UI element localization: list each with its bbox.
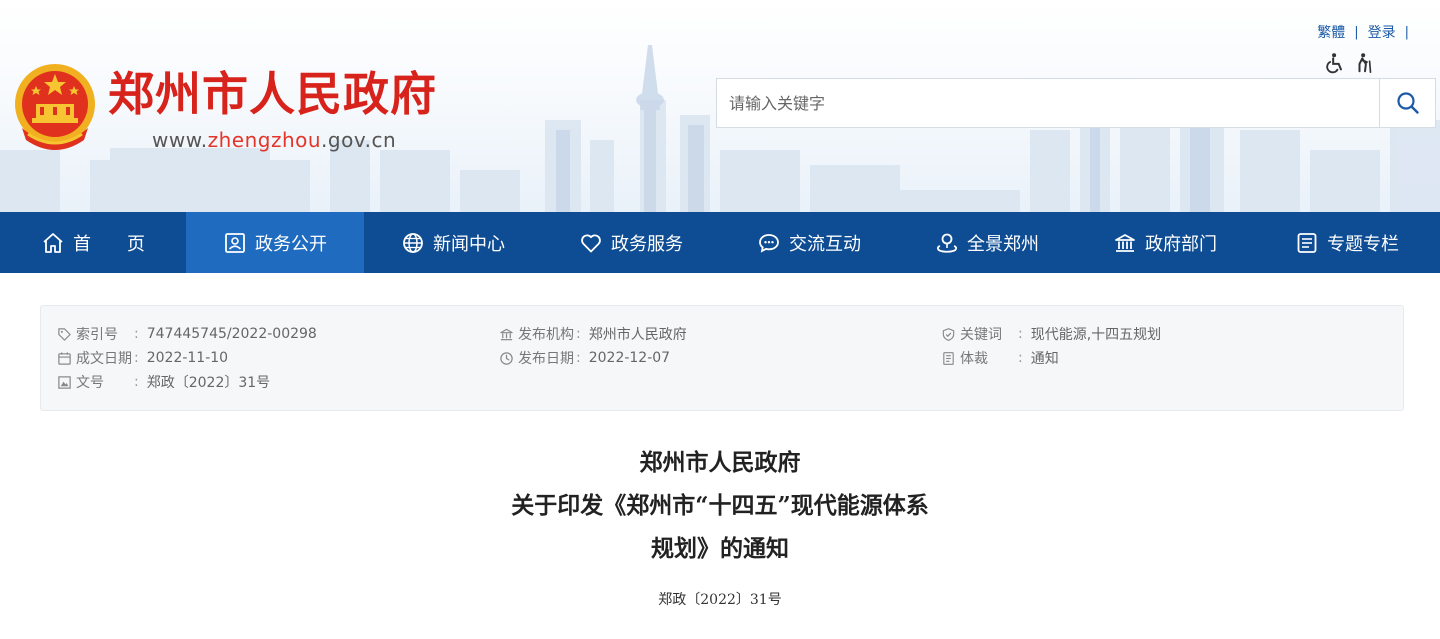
home-icon: [43, 232, 63, 253]
nav-item-government-departments[interactable]: 政府部门: [1076, 212, 1254, 273]
search-input[interactable]: [717, 79, 1379, 127]
url-accent: zhengzhou: [207, 128, 322, 152]
document-title-line: 规划》的通知: [651, 535, 789, 562]
nav-label: 新闻中心: [433, 233, 505, 255]
meta-document-number: 文号: 郑政〔2022〕31号: [57, 370, 317, 394]
nav-label: 政务公开: [255, 233, 327, 255]
wheelchair-accessibility-icon[interactable]: [1324, 52, 1346, 74]
nav-item-government-affairs-open[interactable]: 政务公开: [186, 212, 364, 273]
panorama-icon: [936, 233, 958, 253]
metadata-column-right: 关键词: 现代能源,十四五规划 体裁: 通知: [941, 322, 1161, 370]
meta-issuer: 发布机构: 郑州市人民政府: [499, 322, 687, 346]
meta-colon: :: [134, 350, 139, 366]
login-link[interactable]: 登录: [1368, 22, 1396, 42]
nav-item-special-topics[interactable]: 专题专栏: [1254, 212, 1440, 273]
meta-colon: :: [1018, 350, 1023, 366]
link-separator: |: [1404, 24, 1409, 40]
link-separator: |: [1354, 24, 1359, 40]
meta-genre: 体裁: 通知: [941, 346, 1161, 370]
site-title: 郑州市人民政府: [108, 67, 437, 121]
meta-colon: :: [134, 326, 139, 342]
tag-icon: [58, 327, 71, 341]
building-icon: [1115, 233, 1135, 252]
meta-colon: :: [576, 350, 581, 366]
shield-check-icon: [942, 327, 955, 341]
meta-colon: :: [134, 374, 139, 390]
search-bar: [716, 78, 1436, 128]
document-list-icon: [943, 351, 954, 365]
meta-value: 747445745/2022-00298: [146, 326, 317, 342]
image-document-icon: [58, 375, 71, 389]
nav-label: 专题专栏: [1327, 233, 1399, 255]
nav-label: 全景郑州: [967, 233, 1039, 255]
meta-label: 体裁: [960, 351, 988, 367]
site-header: 郑州市人民政府 www.zhengzhou.gov.cn 繁體 | 登录 |: [0, 0, 1440, 212]
metadata-column-left: 索引号:747445745/2022-00298 成文日期:2022-11-10…: [57, 322, 317, 394]
nav-item-panorama-zhengzhou[interactable]: 全景郑州: [898, 212, 1076, 273]
nav-item-interaction[interactable]: 交流互动: [720, 212, 898, 273]
nav-item-home[interactable]: 首 页: [0, 212, 186, 273]
meta-created-date: 成文日期:2022-11-10: [57, 346, 317, 370]
nav-label: 首 页: [73, 233, 145, 255]
document-title-line: 关于印发《郑州市“十四五”现代能源体系: [511, 492, 929, 519]
meta-value: 2022-12-07: [588, 350, 671, 366]
document-metadata-panel: 索引号:747445745/2022-00298 成文日期:2022-11-10…: [40, 305, 1404, 411]
elderly-mode-icon[interactable]: [1354, 52, 1376, 74]
main-navigation: 首 页 政务公开 新闻中心 政务服务 交流互动 全景郑州 政府部门 专题专栏: [0, 212, 1440, 273]
meta-colon: :: [576, 326, 581, 342]
traditional-chinese-link[interactable]: 繁體: [1317, 22, 1345, 42]
meta-label: 索引号: [76, 327, 118, 343]
meta-value: 现代能源,十四五规划: [1030, 327, 1162, 343]
national-emblem-logo: [15, 64, 95, 150]
top-links: 繁體 | 登录 |: [1317, 22, 1418, 42]
search-icon: [1396, 92, 1419, 114]
site-url: www.zhengzhou.gov.cn: [152, 128, 396, 152]
meta-value: 2022-11-10: [146, 350, 229, 366]
meta-index-number: 索引号:747445745/2022-00298: [57, 322, 317, 346]
meta-label: 文号: [76, 375, 104, 391]
document-title-line: 郑州市人民政府: [639, 449, 801, 476]
calendar-icon: [58, 351, 71, 365]
meta-keywords: 关键词: 现代能源,十四五规划: [941, 322, 1161, 346]
id-card-icon: [225, 232, 245, 253]
document-number: 郑政〔2022〕31号: [658, 592, 782, 608]
meta-value: 通知: [1030, 351, 1059, 367]
meta-label: 发布日期: [518, 351, 574, 367]
meta-colon: :: [1018, 326, 1023, 342]
meta-label: 关键词: [960, 327, 1002, 343]
metadata-column-middle: 发布机构: 郑州市人民政府 发布日期:2022-12-07: [499, 322, 687, 370]
meta-value: 郑州市人民政府: [588, 327, 687, 343]
meta-published-date: 发布日期:2022-12-07: [499, 346, 687, 370]
chat-icon: [759, 233, 779, 253]
institution-icon: [500, 328, 513, 340]
search-button[interactable]: [1379, 79, 1435, 127]
url-suffix: .gov.cn: [321, 128, 397, 152]
document-title: 郑州市人民政府 关于印发《郑州市“十四五”现代能源体系 规划》的通知: [0, 441, 1440, 570]
accessibility-tools: [1324, 52, 1376, 74]
nav-label: 政务服务: [611, 233, 683, 255]
nav-label: 交流互动: [789, 233, 861, 255]
meta-label: 发布机构: [518, 327, 574, 343]
meta-label: 成文日期: [76, 351, 132, 367]
meta-value: 郑政〔2022〕31号: [146, 375, 271, 391]
heart-icon: [581, 234, 601, 252]
nav-item-government-services[interactable]: 政务服务: [542, 212, 720, 273]
url-prefix: www.: [152, 128, 208, 152]
columns-icon: [1297, 232, 1317, 253]
nav-item-news-center[interactable]: 新闻中心: [364, 212, 542, 273]
nav-label: 政府部门: [1145, 233, 1217, 255]
globe-icon: [403, 232, 423, 253]
clock-icon: [500, 351, 513, 365]
